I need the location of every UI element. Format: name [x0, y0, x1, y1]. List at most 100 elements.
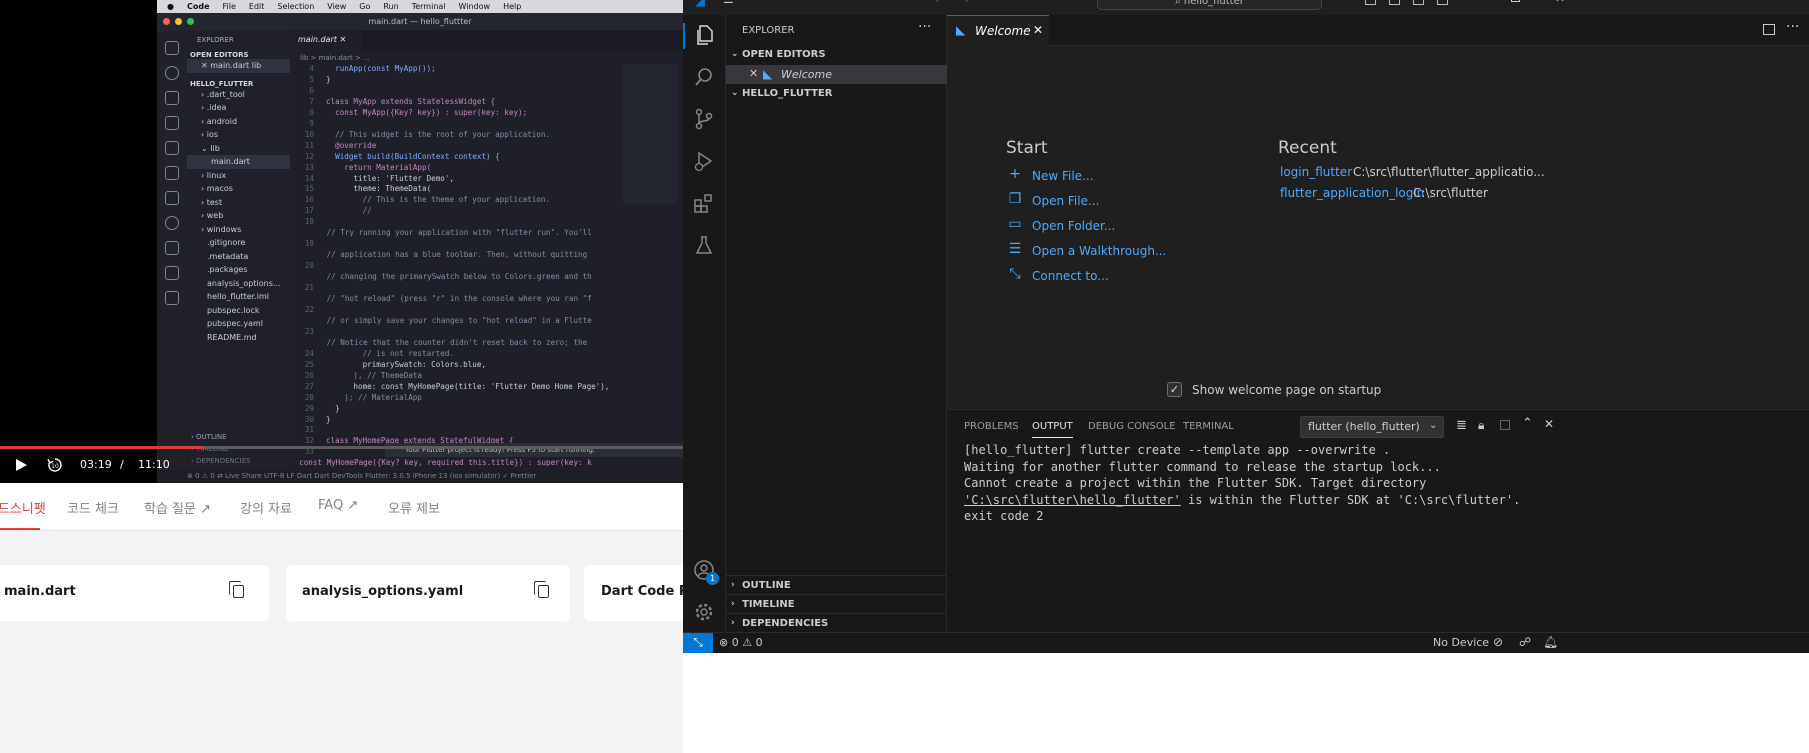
back-icon[interactable]: ←	[935, 0, 945, 6]
bottom-panel: PROBLEMS OUTPUT DEBUG CONSOLE TERMINAL f…	[947, 409, 1809, 632]
clear-output-icon[interactable]: ≣	[1456, 418, 1467, 433]
remote-indicator-icon[interactable]: ⤡	[683, 633, 713, 654]
tab-close-icon[interactable]: ✕	[1033, 23, 1043, 37]
menu-code: Code	[186, 2, 210, 11]
device-selector[interactable]: No Device	[1433, 636, 1489, 649]
toggle-secondary-sidebar-icon[interactable]	[1413, 0, 1424, 5]
tab-welcome[interactable]: ◣ Welcome ✕	[947, 15, 1049, 46]
output-log: [hello_flutter] flutter create --templat…	[964, 442, 1804, 525]
snippet-card-main-dart[interactable]: main.dart	[0, 565, 269, 621]
new-file-link[interactable]: New File...	[1032, 169, 1094, 183]
copy-icon[interactable]	[229, 581, 244, 598]
error-count: 0	[731, 636, 739, 649]
vscode-logo-icon: ◣	[763, 67, 773, 81]
manage-gear-icon[interactable]	[693, 601, 715, 623]
mac-menubar: ● Code File Edit Selection View Go Run T…	[157, 0, 683, 13]
live-share-icon	[165, 266, 179, 280]
run-debug-icon[interactable]	[693, 150, 715, 172]
tab-learning-question[interactable]: 학습 질문 ↗	[144, 498, 211, 517]
video-player[interactable]: ● Code File Edit Selection View Go Run T…	[0, 0, 683, 483]
forward-icon[interactable]: →	[959, 0, 969, 6]
more-actions-icon[interactable]: ···	[918, 19, 931, 35]
code-line: 14 title: 'Flutter Demo',	[304, 173, 455, 183]
snippet-card-analysis-options[interactable]: analysis_options.yaml	[286, 565, 570, 621]
recent-path: C:\src\flutter	[1413, 186, 1488, 200]
open-editors-label: OPEN EDITORS	[742, 49, 826, 60]
output-channel-select[interactable]: flutter (hello_flutter) ⌄	[1300, 416, 1444, 438]
open-file-link[interactable]: Open File...	[1032, 194, 1099, 208]
menu-file: File	[222, 2, 236, 11]
notifications-bell-icon[interactable]: 🔔︎	[1543, 635, 1558, 649]
outline-section[interactable]: › OUTLINE	[726, 575, 947, 594]
lock-scroll-icon[interactable]: 🔒︎	[1478, 418, 1484, 433]
dependencies-label: DEPENDENCIES	[742, 618, 829, 629]
feedback-icon[interactable]: ☍	[1519, 635, 1531, 649]
dependencies-section[interactable]: › DEPENDENCIES	[726, 613, 947, 632]
minimize-icon[interactable]: —	[1467, 0, 1478, 5]
file-tree-item: .packages	[207, 265, 248, 274]
tab-error-report[interactable]: 오류 제보	[388, 498, 440, 517]
open-editor-welcome[interactable]: ✕ ◣ Welcome	[726, 65, 947, 84]
tab-code-check[interactable]: 코드 체크	[67, 498, 119, 517]
mac-titlebar: main.dart — hello_fluttter	[157, 13, 683, 30]
explorer-header: EXPLORER	[742, 25, 795, 36]
source-control-icon[interactable]	[693, 108, 715, 130]
toggle-sidebar-icon[interactable]	[1365, 0, 1376, 5]
tab-debug-console[interactable]: DEBUG CONSOLE	[1088, 421, 1176, 432]
tab-terminal[interactable]: TERMINAL	[1183, 421, 1234, 432]
recent-link-flutter-application-login[interactable]: flutter_application_login	[1280, 186, 1424, 200]
rewind-10-icon[interactable]: 10	[47, 457, 63, 473]
accounts-icon[interactable]: 1	[693, 559, 719, 585]
file-tree-item: › windows	[201, 224, 242, 234]
search-icon[interactable]	[693, 66, 715, 88]
close-panel-icon[interactable]: ✕	[1544, 417, 1554, 431]
close-icon[interactable]: ✕	[749, 67, 758, 80]
connect-to-link[interactable]: Connect to...	[1032, 269, 1109, 283]
maximize-icon[interactable]	[1511, 0, 1520, 2]
extensions-icon[interactable]	[693, 192, 715, 214]
testing-icon[interactable]	[693, 234, 715, 256]
split-editor-icon[interactable]	[1763, 24, 1775, 35]
project-label: HELLO_FLUTTER	[742, 88, 833, 99]
code-line: 8 const MyApp({Key? key}) : super(key: k…	[309, 107, 528, 117]
customize-layout-icon[interactable]	[1437, 0, 1448, 5]
command-center-search[interactable]: ⌕ hello_flutter	[1097, 0, 1322, 10]
show-welcome-checkbox[interactable]: ✓	[1167, 382, 1182, 397]
title-bar: ◢ ☰ ← → ⌕ hello_flutter — ✕	[683, 0, 1809, 15]
time-separator: /	[120, 458, 124, 471]
tab-problems[interactable]: PROBLEMS	[964, 421, 1019, 432]
output-line: 'C:\src\flutter\hello_flutter' is within…	[964, 492, 1804, 509]
tab-code-snippet[interactable]: 코드스니펫	[0, 498, 46, 517]
open-editors-section[interactable]: ⌄ OPEN EDITORS	[726, 45, 947, 64]
copilot-icon[interactable]: ⊘	[1493, 635, 1503, 649]
recent-link-login-flutter[interactable]: login_flutter	[1280, 165, 1352, 179]
open-folder-link[interactable]: Open Folder...	[1032, 219, 1115, 233]
toggle-panel-icon[interactable]	[1389, 0, 1400, 5]
tab-output[interactable]: OUTPUT	[1032, 421, 1073, 438]
snippet-card-dart-code[interactable]: Dart Code Re	[584, 565, 683, 621]
timeline-section[interactable]: › TIMELINE	[726, 594, 947, 613]
testing-icon	[165, 166, 179, 180]
project-section[interactable]: ⌄ HELLO_FLUTTER	[726, 84, 947, 103]
editor-more-actions-icon[interactable]: ···	[1786, 19, 1799, 35]
problems-status[interactable]: ⊗ 0 ⚠ 0	[719, 636, 763, 649]
menu-icon[interactable]: ☰	[723, 0, 734, 6]
run-debug-icon	[165, 116, 179, 130]
chevron-right-icon: ›	[731, 599, 735, 609]
status-bar: ⤡ ⊗ 0 ⚠ 0 No Device ⊘ ☍ 🔔︎	[683, 632, 1809, 654]
tab-lecture-materials[interactable]: 강의 자료	[240, 498, 292, 517]
open-walkthrough-link[interactable]: Open a Walkthrough...	[1032, 244, 1166, 258]
open-log-icon[interactable]	[1500, 420, 1510, 430]
copy-icon[interactable]	[534, 581, 549, 598]
maximize-panel-icon[interactable]: ⌃	[1522, 416, 1533, 431]
file-tree-item: ⌄ lib	[201, 143, 220, 153]
close-window-icon[interactable]: ✕	[1555, 0, 1565, 5]
explorer-icon[interactable]	[693, 24, 715, 46]
search-icon	[165, 66, 179, 80]
code-line: 11 @override	[304, 140, 377, 150]
output-path-link[interactable]: 'C:\src\flutter\hello_flutter'	[964, 493, 1181, 507]
apple-icon: ●	[167, 2, 174, 11]
play-icon[interactable]	[14, 458, 28, 472]
desktop-background	[683, 653, 1809, 753]
tab-faq[interactable]: FAQ ↗	[318, 498, 358, 513]
